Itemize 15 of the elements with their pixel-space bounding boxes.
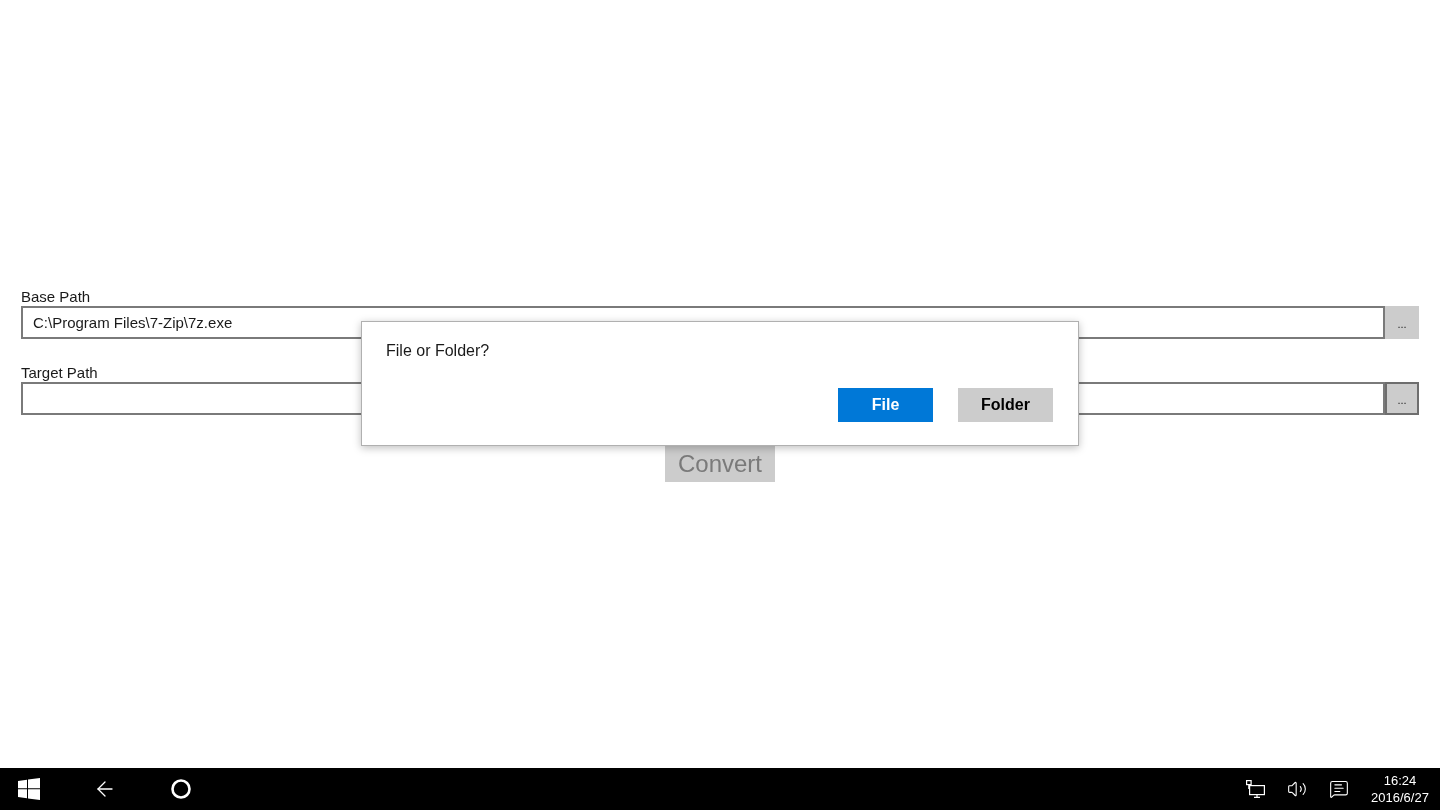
dialog-button[interactable]: Folder <box>958 388 1053 422</box>
circle-icon <box>171 779 191 799</box>
notification-icon <box>1329 779 1349 799</box>
browse-button[interactable]: ... <box>1385 306 1419 339</box>
field-label: Base Path <box>21 287 91 306</box>
volume-icon <box>1287 779 1307 799</box>
field-label: Target Path <box>21 363 98 382</box>
clock-date: 2016/6/27 <box>1371 789 1429 806</box>
clock-button[interactable]: 16:24 2016/6/27 <box>1360 768 1440 810</box>
windows-logo-icon <box>18 778 40 800</box>
dialog-message: File or Folder? <box>386 341 490 361</box>
clock-time: 16:24 <box>1383 772 1417 789</box>
dialog-button[interactable]: File <box>838 388 933 422</box>
browse-button[interactable]: ... <box>1385 382 1419 415</box>
monitor-icon <box>1245 780 1265 798</box>
